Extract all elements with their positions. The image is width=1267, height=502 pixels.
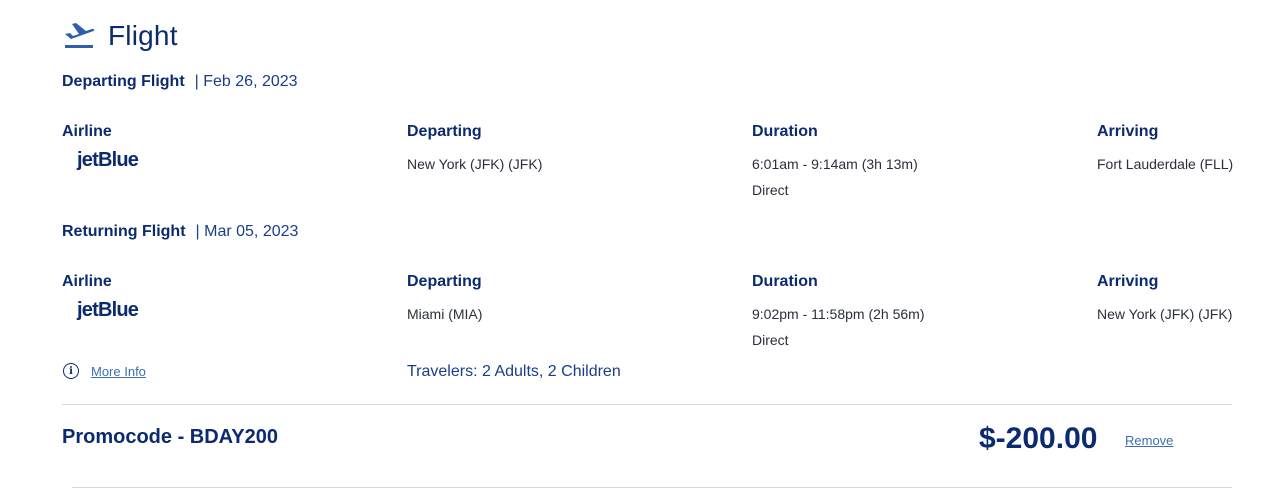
airplane-departure-icon [62, 20, 96, 52]
returning-flight-label: Returning Flight [62, 223, 186, 240]
returning-stops: Direct [752, 332, 789, 348]
returning-airline-header: Airline [62, 273, 112, 290]
departing-from: New York (JFK) (JFK) [407, 156, 543, 172]
returning-to: New York (JFK) (JFK) [1097, 306, 1233, 322]
departing-arriving-header: Arriving [1097, 123, 1159, 140]
departing-departing-header: Departing [407, 123, 482, 140]
departing-flight-header: Departing Flight | Feb 26, 2023 [62, 73, 298, 91]
promo-amount: $-200.00 [979, 422, 1098, 455]
returning-departing-header: Departing [407, 273, 482, 290]
departing-to: Fort Lauderdale (FLL) [1097, 156, 1234, 172]
returning-flight-date: | Mar 05, 2023 [195, 223, 299, 240]
flight-section-header: Flight [62, 18, 178, 54]
remove-promo-link[interactable]: Remove [1125, 433, 1173, 448]
promocode-label: Promocode - BDAY200 [62, 426, 278, 448]
departing-time: 6:01am - 9:14am (3h 13m) [752, 156, 918, 172]
travelers-summary: Travelers: 2 Adults, 2 Children [407, 363, 621, 380]
departing-flight-label: Departing Flight [62, 73, 185, 90]
departing-airline-logo: jetBlue [77, 149, 139, 171]
departing-duration-header: Duration [752, 123, 818, 140]
divider-bottom [72, 487, 1232, 488]
departing-airline-header: Airline [62, 123, 112, 140]
divider [62, 404, 1232, 405]
returning-airline-logo: jetBlue [77, 299, 139, 321]
returning-duration-header: Duration [752, 273, 818, 290]
info-icon[interactable]: i [63, 363, 79, 379]
returning-flight-header: Returning Flight | Mar 05, 2023 [62, 223, 298, 241]
returning-arriving-header: Arriving [1097, 273, 1159, 290]
more-info-link[interactable]: More Info [91, 364, 146, 379]
section-title: Flight [108, 20, 178, 51]
returning-time: 9:02pm - 11:58pm (2h 56m) [752, 306, 925, 322]
departing-flight-date: | Feb 26, 2023 [194, 73, 298, 90]
returning-from: Miami (MIA) [407, 306, 483, 322]
departing-stops: Direct [752, 182, 789, 198]
more-info-row: i More Info [63, 363, 146, 379]
